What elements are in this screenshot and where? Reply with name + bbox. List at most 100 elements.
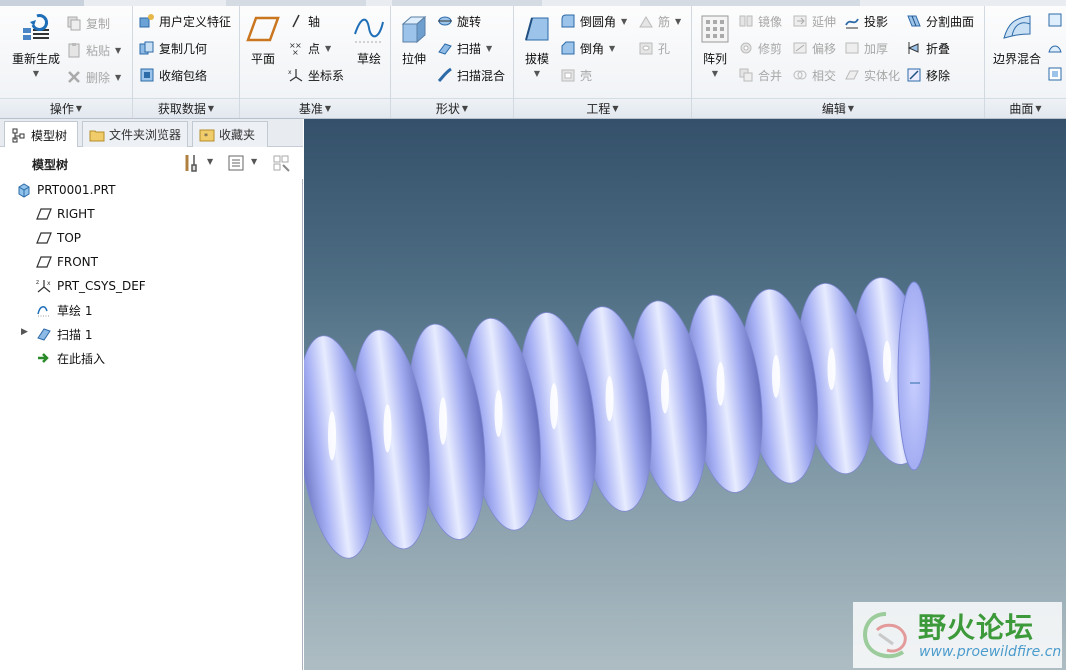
tree-item-sketch[interactable]: 草绘 1	[36, 299, 92, 321]
csys-button[interactable]: x 坐标系	[288, 64, 344, 86]
hole-button[interactable]: 孔	[638, 37, 670, 59]
paste-label: 粘贴	[86, 43, 111, 58]
delete-button[interactable]: 删除 ▼	[66, 66, 121, 88]
rib-button[interactable]: 筋 ▼	[638, 10, 681, 32]
graphics-window[interactable]: 野火论坛 www.proewildfire.cn	[304, 119, 1066, 670]
rib-label: 筋	[658, 14, 671, 29]
tree-item-label: FRONT	[57, 255, 98, 269]
chevron-down-icon[interactable]: ▼	[33, 69, 39, 78]
sketch-button[interactable]: 草绘	[352, 12, 386, 67]
datum-plane-icon	[36, 256, 52, 268]
tree-item-label: 扫描 1	[57, 327, 93, 342]
extrude-icon	[401, 15, 427, 44]
shell-button[interactable]: 壳	[560, 64, 592, 86]
chamfer-button[interactable]: 倒角 ▼	[560, 37, 615, 59]
mirror-button[interactable]: 镜像	[738, 10, 782, 32]
extrude-button[interactable]: 拉伸	[395, 12, 433, 67]
trim-icon	[740, 42, 752, 54]
datum-axis-icon	[292, 14, 300, 28]
insert-here-icon	[38, 353, 49, 363]
sweep-button[interactable]: 扫描 ▼	[437, 37, 492, 59]
watermark-logo-icon	[863, 612, 907, 659]
shrinkwrap-button[interactable]: 收缩包络	[139, 64, 207, 86]
svg-text:x: x	[47, 280, 51, 287]
extend-label: 延伸	[812, 14, 837, 29]
chevron-down-icon[interactable]: ▼	[609, 44, 615, 53]
tools-icon[interactable]	[182, 153, 202, 173]
coiled-tube-model[interactable]	[304, 119, 1066, 670]
tab-favorites[interactable]: * 收藏夹	[192, 121, 268, 147]
tree-item-insert-here[interactable]: 在此插入	[36, 347, 105, 369]
chevron-down-icon[interactable]: ▼	[486, 44, 492, 53]
group-label-get-data[interactable]: 获取数据 ▼	[133, 98, 239, 118]
style-surface-icon[interactable]	[1047, 40, 1063, 56]
remove-icon	[907, 68, 921, 82]
tree-item-right[interactable]: RIGHT	[36, 203, 95, 225]
tree-item-part[interactable]: PRT0001.PRT	[16, 179, 115, 201]
merge-button[interactable]: 合并	[738, 64, 782, 86]
thicken-icon	[845, 42, 859, 54]
solidify-button[interactable]: 实体化	[844, 64, 900, 86]
coil-highlight	[605, 376, 614, 422]
swept-blend-button[interactable]: 扫描混合	[437, 64, 505, 86]
group-label-editing[interactable]: 编辑 ▼	[692, 98, 984, 118]
draft-button[interactable]: 拔模 ▼	[520, 12, 554, 78]
fill-surface-icon[interactable]	[1047, 12, 1063, 28]
tree-item-top[interactable]: TOP	[36, 227, 81, 249]
filter-icon[interactable]	[272, 153, 292, 173]
watermark-url: www.proewildfire.cn	[919, 644, 1062, 660]
chevron-down-icon[interactable]: ▼	[712, 69, 718, 78]
freestyle-icon[interactable]	[1047, 66, 1063, 82]
group-label-engineering[interactable]: 工程 ▼	[514, 98, 691, 118]
tree-item-front[interactable]: FRONT	[36, 251, 98, 273]
model-tree-title: 模型树	[32, 158, 69, 172]
boundary-blend-button[interactable]: 边界混合	[991, 12, 1043, 67]
extend-button[interactable]: 延伸	[792, 10, 836, 32]
chevron-down-icon[interactable]: ▼	[325, 44, 331, 53]
paste-button[interactable]: 粘贴 ▼	[66, 39, 121, 61]
fold-label: 折叠	[926, 41, 951, 56]
regenerate-button[interactable]: 重新生成 ▼	[8, 12, 64, 78]
group-label-shapes[interactable]: 形状 ▼	[391, 98, 513, 118]
thicken-button[interactable]: 加厚	[844, 37, 888, 59]
offset-button[interactable]: 偏移	[792, 37, 836, 59]
group-label-surfaces[interactable]: 曲面 ▼	[985, 98, 1066, 118]
axis-button[interactable]: 轴	[288, 10, 320, 32]
pattern-button[interactable]: 阵列 ▼	[698, 12, 732, 78]
tab-model-tree[interactable]: 模型树	[4, 121, 78, 148]
udf-button[interactable]: 用户定义特征	[139, 10, 231, 32]
round-label: 倒圆角	[580, 14, 617, 29]
tab-folder-browser[interactable]: 文件夹浏览器	[82, 121, 188, 147]
chevron-down-icon[interactable]: ▼	[621, 17, 627, 26]
intersect-icon	[793, 70, 807, 80]
trim-button[interactable]: 修剪	[738, 37, 782, 59]
show-settings-icon[interactable]	[226, 153, 246, 173]
chevron-down-icon[interactable]: ▼	[534, 69, 540, 78]
copy-geometry-button[interactable]: 复制几何	[139, 37, 207, 59]
chevron-down-icon[interactable]: ▼	[115, 46, 121, 55]
round-button[interactable]: 倒圆角 ▼	[560, 10, 627, 32]
chevron-down-icon[interactable]: ▼	[251, 157, 257, 166]
copy-button[interactable]: 复制	[66, 12, 110, 34]
split-surface-button[interactable]: 分割曲面	[906, 10, 974, 32]
remove-label: 移除	[926, 68, 951, 83]
chevron-down-icon[interactable]: ▼	[115, 73, 121, 82]
plane-button[interactable]: 平面	[246, 12, 280, 67]
tree-item-csys[interactable]: zx PRT_CSYS_DEF	[36, 275, 146, 297]
point-button[interactable]: × × × 点 ▼	[288, 37, 331, 59]
sweep-icon	[438, 43, 452, 55]
expand-arrow-icon[interactable]: ▶	[21, 327, 28, 337]
revolve-button[interactable]: 旋转	[437, 10, 481, 32]
tree-item-sweep[interactable]: 扫描 1	[36, 323, 92, 345]
project-button[interactable]: 投影	[844, 10, 888, 32]
chevron-down-icon[interactable]: ▼	[207, 157, 213, 166]
watermark-title: 野火论坛	[918, 611, 1035, 644]
svg-text:*: *	[204, 132, 208, 141]
remove-button[interactable]: 移除	[906, 64, 950, 86]
group-label-operations[interactable]: 操作 ▼	[0, 98, 132, 118]
chevron-down-icon[interactable]: ▼	[675, 17, 681, 26]
copy-geometry-icon	[139, 41, 154, 55]
group-label-datum[interactable]: 基准 ▼	[240, 98, 390, 118]
fold-button[interactable]: 折叠	[906, 37, 950, 59]
intersect-button[interactable]: 相交	[792, 64, 836, 86]
